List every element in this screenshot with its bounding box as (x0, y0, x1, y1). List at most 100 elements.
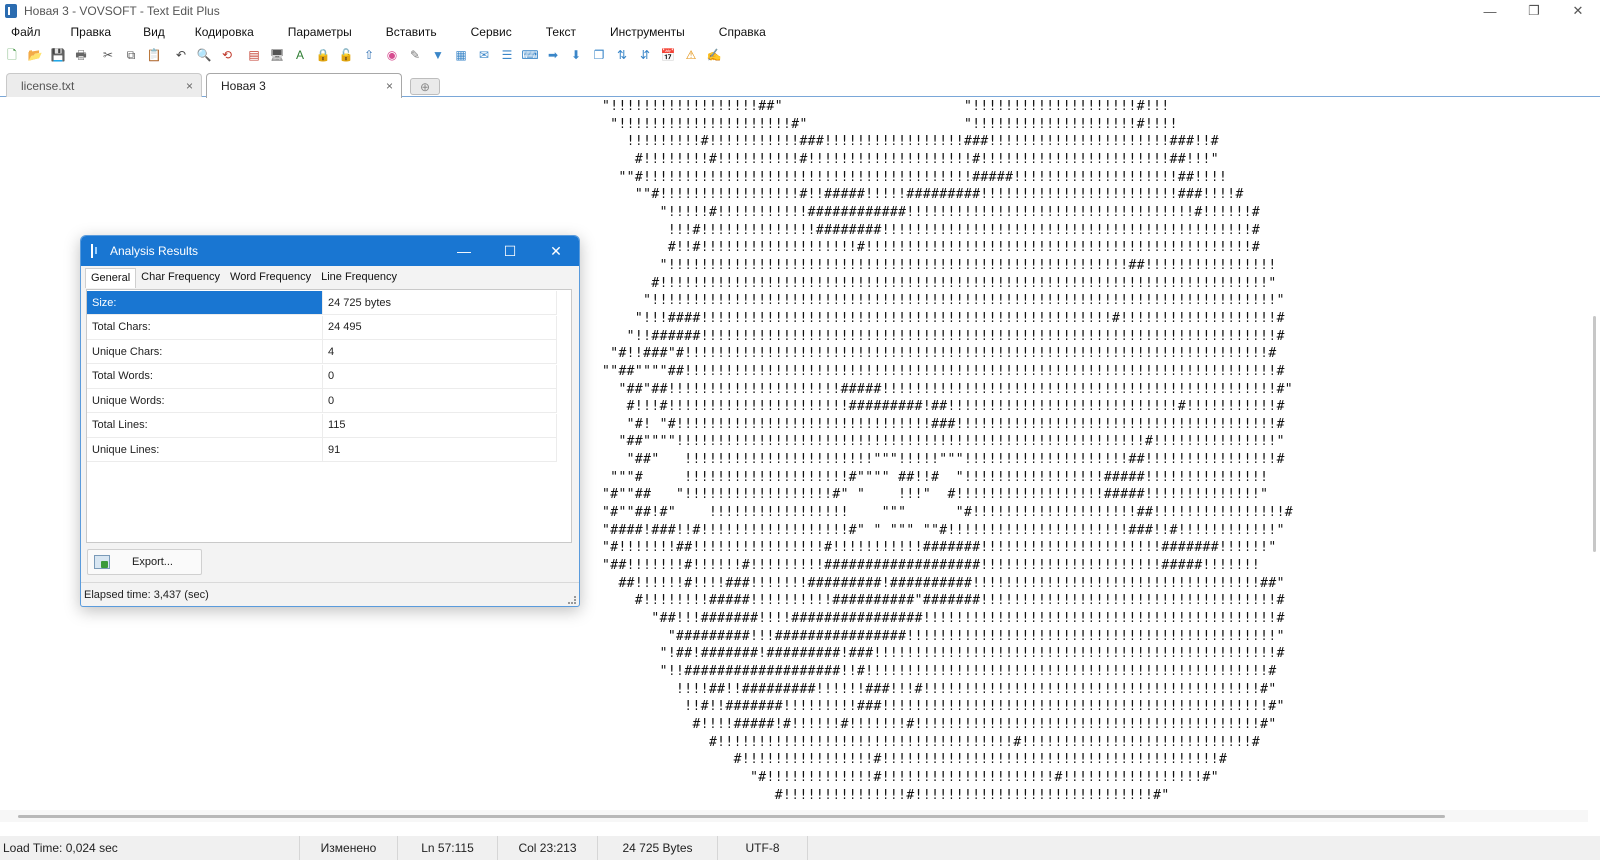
menu-file[interactable]: Файл (5, 25, 47, 39)
dialog-minimize-button[interactable]: — (441, 236, 487, 266)
export-button[interactable]: Export... (87, 549, 202, 575)
note-icon[interactable]: ✍ (705, 46, 723, 64)
tab-strip: license.txt × Новая 3 × ⊕ (0, 71, 1600, 98)
open-icon[interactable]: 📂 (26, 46, 44, 64)
grid-name-cell: Total Chars: (87, 315, 323, 340)
editor-line: "!!!!!!!!!!!!!!!!!!!!!#" "!!!!!!!!!!!!!!… (602, 116, 1178, 132)
unlock-icon[interactable]: 🔓 (337, 46, 355, 64)
dialog-title: Analysis Results (110, 244, 199, 258)
new-icon-glyph: 🗋 (7, 48, 17, 62)
pdf-icon[interactable]: ▤ (245, 46, 263, 64)
sort-az-icon[interactable]: ⇅ (613, 46, 631, 64)
vertical-scrollbar[interactable] (1588, 98, 1600, 810)
dialog-maximize-button[interactable]: ☐ (487, 236, 533, 266)
editor-line: "#########!!!################!!!!!!!!!!!… (602, 628, 1285, 644)
forward-icon[interactable]: ➡ (544, 46, 562, 64)
dialog-app-icon (91, 244, 102, 258)
cut-icon[interactable]: ✂ (99, 46, 117, 64)
grid-row[interactable]: Total Chars: 24 495 (87, 315, 571, 340)
font-icon[interactable]: A (291, 46, 309, 64)
keyboard-icon[interactable]: ⌨ (521, 46, 539, 64)
list-icon[interactable]: ☰ (498, 46, 516, 64)
menu-view[interactable]: Вид (137, 25, 171, 39)
window-icon[interactable]: ❐ (590, 46, 608, 64)
editor-line: ""#!!!!!!!!!!!!!!!!!!!!!!!!!!!!!!!!!!!!!… (602, 169, 1228, 185)
editor-line: "#!!!!!!!##!!!!!!!!!!!!!!!!#!!!!!!!!!!!#… (602, 540, 1277, 556)
grid-row[interactable]: Unique Chars: 4 (87, 340, 571, 364)
sort-za-icon[interactable]: ⇵ (636, 46, 654, 64)
filter-icon[interactable]: ▼ (429, 46, 447, 64)
resize-grip-icon[interactable] (568, 596, 576, 604)
paste-icon[interactable]: 📋 (145, 46, 163, 64)
grid-row[interactable]: Unique Lines: 91 (87, 438, 571, 462)
tab-close-icon[interactable]: × (186, 79, 193, 93)
grid-row[interactable]: Total Lines: 115 (87, 413, 571, 438)
grid-name-cell: Unique Chars: (87, 340, 323, 364)
copy-icon[interactable]: ⧉ (122, 46, 140, 64)
results-grid[interactable]: Size: 24 725 bytes Total Chars: 24 495 Uniqu… (86, 289, 572, 543)
restore-button[interactable]: ❐ (1512, 0, 1556, 22)
editor-line: "!!!!!!!!!!!!!!!!!!!!!!!!!!!!!!!!!!!!!!!… (602, 257, 1277, 273)
grid-name-cell: Unique Lines: (87, 438, 323, 462)
new-icon[interactable]: 🗋 (3, 46, 21, 64)
export-icon[interactable]: ⇧ (360, 46, 378, 64)
dialog-tabs: General Char Frequency Word Frequency Li… (85, 268, 402, 288)
dialog-status-bar: Elapsed time: 3,437 (sec) (81, 582, 579, 606)
menu-edit[interactable]: Правка (65, 25, 118, 39)
tab-char-frequency[interactable]: Char Frequency (136, 268, 225, 288)
horizontal-scrollbar[interactable] (0, 810, 1588, 822)
lock-icon[interactable]: 🔒 (314, 46, 332, 64)
down-icon[interactable]: ⬇ (567, 46, 585, 64)
tab-close-icon[interactable]: × (386, 79, 393, 93)
tab-new3[interactable]: Новая 3 × (206, 73, 402, 98)
editor-content[interactable]: "!!!!!!!!!!!!!!!!!!##" "!!!!!!!!!!!!!!!!… (602, 98, 1293, 804)
menu-options[interactable]: Параметры (282, 25, 358, 39)
window-title: Новая 3 - VOVSOFT - Text Edit Plus (24, 4, 220, 18)
print-icon-glyph: 🖶 (75, 48, 87, 62)
brush-icon-glyph: ✎ (409, 48, 421, 62)
tab-general[interactable]: General (85, 268, 137, 288)
monitor-icon[interactable]: 🖥 (268, 46, 286, 64)
menu-insert[interactable]: Вставить (380, 25, 443, 39)
editor-line: ""##""""##!!!!!!!!!!!!!!!!!!!!!!!!!!!!!!… (602, 363, 1285, 379)
menu-help[interactable]: Справка (713, 25, 772, 39)
grid-row[interactable]: Unique Words: 0 (87, 389, 571, 413)
horizontal-scroll-thumb[interactable] (18, 815, 1445, 818)
paste-icon-glyph: 📋 (146, 48, 162, 62)
find-icon[interactable]: 🔍 (195, 46, 213, 64)
tab-word-frequency[interactable]: Word Frequency (225, 268, 316, 288)
color-icon[interactable]: ◉ (383, 46, 401, 64)
save-icon[interactable]: 💾 (49, 46, 67, 64)
menu-encoding[interactable]: Кодировка (189, 25, 260, 39)
table-icon[interactable]: ▦ (452, 46, 470, 64)
minimize-button[interactable]: — (1468, 0, 1512, 22)
replace-icon[interactable]: ⟲ (218, 46, 236, 64)
status-size: 24 725 Bytes (598, 836, 718, 860)
mail-icon[interactable]: ✉ (475, 46, 493, 64)
print-icon[interactable]: 🖶 (72, 46, 90, 64)
grid-row[interactable]: Size: 24 725 bytes (87, 291, 571, 315)
dialog-title-bar[interactable]: Analysis Results — ☐ ✕ (81, 236, 579, 266)
editor-line: #!!!!!!!!#####!!!!!!!!!!##########"#####… (602, 593, 1285, 609)
editor-line: "!!!!!!!!!!!!!!!!!!##" "!!!!!!!!!!!!!!!!… (602, 99, 1170, 114)
undo-icon[interactable]: ↶ (172, 46, 190, 64)
tab-license[interactable]: license.txt × (6, 73, 202, 97)
warning-icon[interactable]: ⚠ (682, 46, 700, 64)
tab-line-frequency[interactable]: Line Frequency (316, 268, 402, 288)
menu-service[interactable]: Сервис (465, 25, 518, 39)
dialog-close-button[interactable]: ✕ (533, 236, 579, 266)
vertical-scroll-thumb[interactable] (1593, 316, 1596, 552)
open-icon-glyph: 📂 (27, 48, 43, 62)
monitor-icon-glyph: 🖥 (269, 48, 285, 62)
menu-text[interactable]: Текст (540, 25, 582, 39)
calendar-icon[interactable]: 📅 (659, 46, 677, 64)
new-tab-button[interactable]: ⊕ (410, 78, 440, 95)
menu-tools[interactable]: Инструменты (604, 25, 691, 39)
status-encoding[interactable]: UTF-8 (718, 836, 808, 860)
grid-row[interactable]: Total Words: 0 (87, 364, 571, 389)
editor-line: #!!!!!!!!!!!!!!!#!!!!!!!!!!!!!!!!!!!!!!!… (602, 787, 1170, 803)
brush-icon[interactable]: ✎ (406, 46, 424, 64)
close-button[interactable]: ✕ (1556, 0, 1600, 22)
grid-name-cell: Size: (87, 291, 323, 315)
editor-line: "#""## "!!!!!!!!!!!!!!!!!!#" " !!!" #!!!… (602, 487, 1269, 503)
